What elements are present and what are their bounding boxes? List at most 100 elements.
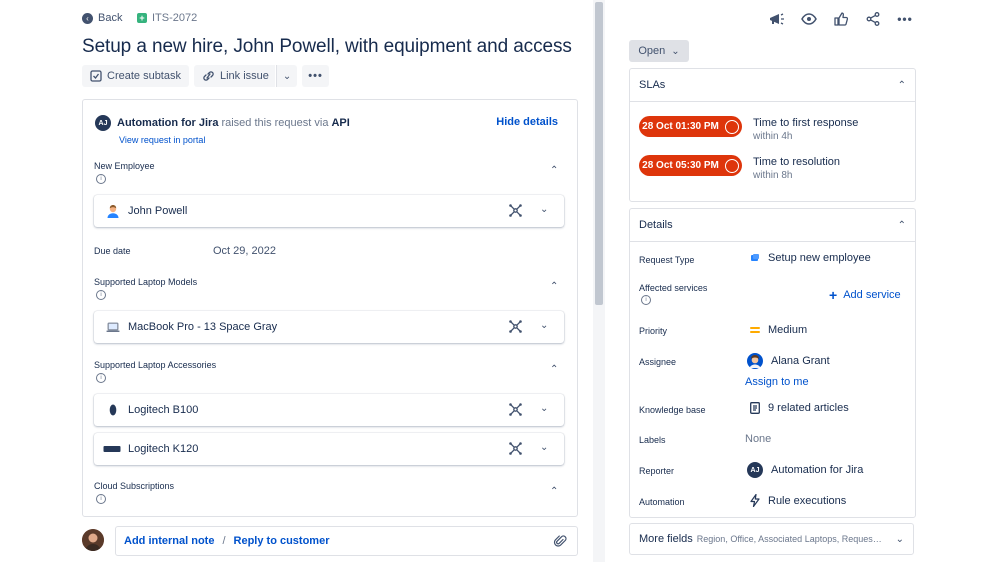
labels-label: Labels (639, 435, 666, 445)
laptop-models-label: Supported Laptop Models (94, 277, 198, 287)
request-type-value: Setup new employee (768, 252, 871, 264)
article-icon (750, 402, 760, 414)
chevron-down-icon[interactable]: ⌄ (540, 320, 548, 331)
reply-to-customer-button[interactable]: Reply to customer (234, 535, 330, 547)
status-dropdown[interactable]: Open ⌄ (629, 40, 689, 62)
sla-title: Time to resolution (753, 156, 841, 168)
chevron-down-icon: ⌄ (671, 45, 680, 57)
comment-separator: / (222, 535, 226, 547)
share-icon[interactable] (863, 9, 883, 29)
info-icon[interactable]: i (641, 295, 651, 305)
back-button[interactable]: ‹ Back (82, 12, 122, 24)
laptop-model-card[interactable]: MacBook Pro - 13 Space Gray ⌄ (94, 311, 564, 343)
sla-title: Time to first response (753, 117, 859, 129)
info-icon[interactable]: i (96, 373, 106, 383)
request-type-field[interactable]: Setup new employee (750, 252, 871, 264)
request-type-label: Request Type (639, 255, 695, 265)
automation-field[interactable]: Rule executions (750, 494, 846, 507)
info-icon[interactable]: i (96, 290, 106, 300)
relationship-icon[interactable] (508, 319, 523, 334)
sla-goal: within 8h (753, 170, 793, 181)
relationship-icon[interactable] (508, 203, 523, 218)
hide-details-link[interactable]: Hide details (496, 116, 558, 128)
chevron-down-icon: ⌄ (895, 533, 904, 545)
laptop-icon (106, 322, 120, 332)
more-fields-panel[interactable]: More fields Region, Office, Associated L… (629, 523, 914, 555)
collapse-chevron-icon[interactable]: ⌃ (550, 486, 558, 497)
issue-key: ITS-2072 (152, 12, 198, 24)
chevron-down-icon[interactable]: ⌄ (540, 204, 548, 215)
back-label: Back (98, 12, 123, 24)
more-fields-summary: Region, Office, Associated Laptops, Requ… (696, 534, 882, 544)
link-issue-dropdown[interactable]: ⌄ (275, 65, 298, 87)
relationship-icon[interactable] (508, 441, 523, 456)
avatar (747, 353, 763, 369)
details-title: Details (639, 219, 673, 231)
new-employee-label: New Employee (94, 161, 155, 171)
info-icon[interactable]: i (96, 494, 106, 504)
accessory-value: Logitech K120 (128, 443, 199, 455)
new-employee-card[interactable]: John Powell ⌄ (94, 195, 564, 227)
chevron-down-icon[interactable]: ⌄ (540, 403, 548, 414)
chevron-down-icon[interactable]: ⌄ (540, 442, 548, 453)
cloud-subscriptions-label: Cloud Subscriptions (94, 481, 175, 491)
more-actions-button[interactable]: ••• (302, 65, 329, 87)
watch-icon[interactable] (799, 9, 819, 29)
raised-by-line: AJ Automation for Jira raised this reque… (95, 115, 350, 131)
avatar: AJ (95, 115, 111, 131)
link-icon (203, 71, 214, 81)
issue-toolbar: Create subtask Link issue ⌄ ••• (82, 65, 329, 87)
request-details-panel: AJ Automation for Jira raised this reque… (82, 99, 578, 517)
create-subtask-button[interactable]: Create subtask (82, 65, 189, 87)
collapse-chevron-icon[interactable]: ⌃ (550, 364, 558, 375)
collapse-chevron-icon: ⌃ (897, 79, 906, 91)
relationship-icon[interactable] (508, 402, 523, 417)
assignee-label: Assignee (639, 357, 677, 367)
issue-actions: ••• (767, 9, 915, 29)
knowledge-base-value: 9 related articles (768, 402, 849, 414)
accessories-label: Supported Laptop Accessories (94, 360, 217, 370)
priority-field[interactable]: Medium (750, 324, 807, 336)
slas-title: SLAs (639, 79, 666, 91)
accessory-card[interactable]: Logitech K120 ⌄ (94, 433, 564, 465)
info-icon[interactable]: i (96, 174, 106, 184)
clock-icon (724, 158, 739, 173)
avatar (82, 529, 104, 551)
new-employee-value: John Powell (128, 205, 188, 217)
reporter-name[interactable]: Automation for Jira (117, 117, 218, 129)
slas-header[interactable]: SLAs ⌃ (630, 69, 915, 102)
service-request-icon: + (137, 13, 147, 23)
feedback-icon[interactable] (767, 9, 787, 29)
slas-panel: SLAs ⌃ 28 Oct 01:30 PM Time to first res… (629, 68, 916, 202)
due-date-label: Due date (94, 246, 131, 256)
link-issue-button[interactable]: Link issue (193, 65, 275, 87)
assignee-value: Alana Grant (771, 355, 830, 367)
user-photo-icon (82, 529, 104, 551)
accessory-card[interactable]: Logitech B100 ⌄ (94, 394, 564, 426)
more-icon[interactable]: ••• (895, 9, 915, 29)
reporter-field[interactable]: AJ Automation for Jira (747, 462, 863, 478)
knowledge-base-label: Knowledge base (639, 405, 706, 415)
avatar: AJ (747, 462, 763, 478)
issue-key-breadcrumb[interactable]: + ITS-2072 (137, 12, 197, 24)
assignee-field[interactable]: Alana Grant (747, 353, 830, 369)
details-header[interactable]: Details ⌃ (630, 209, 915, 242)
labels-value[interactable]: None (745, 433, 771, 445)
thumbs-up-icon[interactable] (831, 9, 851, 29)
create-subtask-label: Create subtask (107, 70, 181, 82)
view-in-portal-link[interactable]: View request in portal (119, 135, 205, 145)
keyboard-icon (103, 446, 121, 452)
collapse-chevron-icon[interactable]: ⌃ (550, 281, 558, 292)
assign-to-me-link[interactable]: Assign to me (745, 376, 809, 388)
collapse-chevron-icon[interactable]: ⌃ (550, 165, 558, 176)
priority-medium-icon (750, 327, 760, 333)
scrollbar-thumb[interactable] (595, 2, 603, 305)
add-service-button[interactable]: + Add service (829, 287, 901, 303)
sla-lozenge: 28 Oct 01:30 PM (639, 116, 742, 137)
add-internal-note-button[interactable]: Add internal note (124, 535, 214, 547)
attachment-icon[interactable] (553, 534, 567, 548)
accessory-value: Logitech B100 (128, 404, 199, 416)
details-panel: Details ⌃ Request Type Setup new employe… (629, 208, 916, 518)
priority-value: Medium (768, 324, 808, 336)
knowledge-base-field[interactable]: 9 related articles (750, 402, 849, 414)
